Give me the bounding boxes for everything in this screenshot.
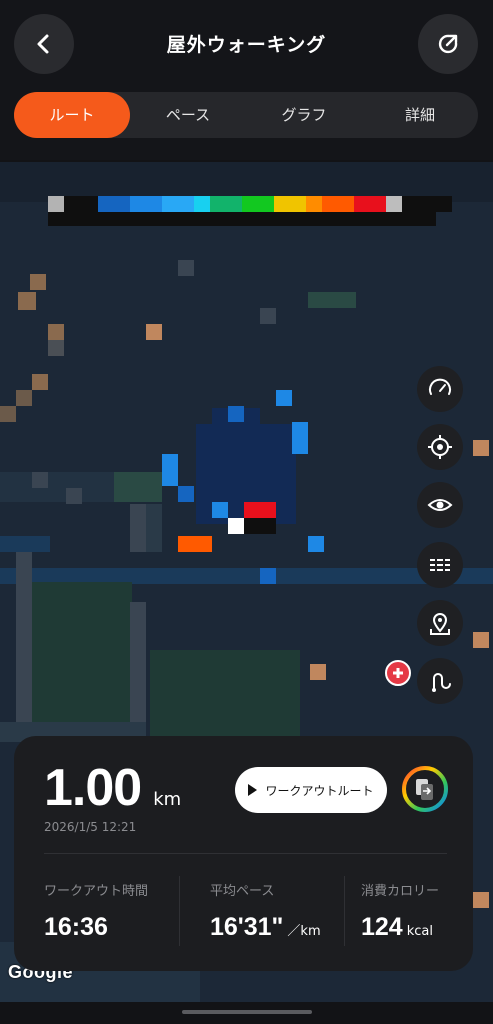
pace-color-legend bbox=[48, 196, 452, 212]
stat-duration: ワークアウト時間 16:36 bbox=[44, 880, 148, 942]
stat-avg-pace: 平均ペース 16'31" ／km bbox=[210, 880, 321, 942]
legend-swatch bbox=[130, 196, 162, 212]
map-road-block bbox=[18, 292, 36, 310]
legend-swatch bbox=[386, 196, 402, 212]
workout-route-label: ワークアウトルート bbox=[265, 783, 374, 798]
map-road-block bbox=[32, 472, 48, 488]
route-segment bbox=[228, 406, 244, 422]
speedometer-icon bbox=[429, 378, 451, 395]
activity-ring-icon[interactable] bbox=[400, 764, 450, 814]
tab-details[interactable]: 詳細 bbox=[362, 92, 478, 138]
map-road-block bbox=[473, 632, 489, 648]
legend-swatch bbox=[98, 196, 130, 212]
stat-value: 16:36 bbox=[44, 913, 108, 941]
map-road-block bbox=[48, 340, 64, 356]
workout-summary-card: 1.00 km 2026/1/5 12:21 ワークアウトルート ワークアウト時… bbox=[14, 736, 473, 971]
route-icon bbox=[432, 673, 451, 692]
route-segment bbox=[308, 536, 324, 552]
map-road-block bbox=[130, 504, 146, 552]
stat-value: 16'31" ／km bbox=[210, 913, 321, 941]
legend-swatch bbox=[194, 196, 210, 212]
legend-swatch bbox=[274, 196, 306, 212]
distance-display: 1.00 km bbox=[44, 758, 181, 818]
layers-icon bbox=[430, 558, 450, 572]
legend-swatch bbox=[354, 196, 386, 212]
route-segment bbox=[276, 390, 292, 406]
legend-swatch bbox=[48, 196, 64, 212]
map-road-block bbox=[66, 488, 82, 504]
map-pin-icon bbox=[430, 613, 450, 635]
end-pin-icon bbox=[385, 660, 411, 686]
tab-bar: ルート ペース グラフ 詳細 bbox=[14, 92, 478, 138]
play-icon bbox=[248, 784, 258, 796]
legend-bar-shadow bbox=[48, 212, 436, 226]
map-park bbox=[114, 472, 162, 502]
map-road-block bbox=[178, 260, 194, 276]
route-segment bbox=[162, 454, 178, 486]
route-segment bbox=[212, 502, 228, 518]
legend-swatch bbox=[306, 196, 322, 212]
map-park bbox=[32, 582, 132, 742]
map-road-block bbox=[16, 390, 32, 406]
map-road-block bbox=[30, 274, 46, 290]
stat-separator bbox=[344, 876, 345, 946]
legend-swatch bbox=[242, 196, 274, 212]
share-button[interactable] bbox=[418, 14, 478, 74]
map-style-button[interactable] bbox=[417, 600, 463, 646]
eye-icon bbox=[427, 499, 453, 511]
map-road-block bbox=[310, 664, 326, 680]
share-icon bbox=[438, 34, 458, 54]
map-road-block bbox=[48, 324, 64, 340]
tab-graph[interactable]: グラフ bbox=[246, 92, 362, 138]
stat-label: 消費カロリー bbox=[361, 884, 440, 899]
workout-datetime: 2026/1/5 12:21 bbox=[44, 820, 137, 834]
legend-swatch bbox=[64, 196, 98, 212]
locate-button[interactable] bbox=[417, 424, 463, 470]
map-road-block bbox=[146, 324, 162, 340]
workout-route-button[interactable]: ワークアウトルート bbox=[235, 767, 387, 813]
map-road-block bbox=[146, 504, 162, 552]
map-park bbox=[150, 650, 300, 740]
route-replay-button[interactable] bbox=[417, 658, 463, 704]
speed-map-button[interactable] bbox=[417, 366, 463, 412]
stat-label: 平均ペース bbox=[210, 884, 275, 899]
legend-swatch bbox=[210, 196, 242, 212]
route-segment bbox=[244, 518, 276, 534]
stat-value: 124 kcal bbox=[361, 913, 433, 941]
map-road-block bbox=[16, 552, 32, 722]
route-segment bbox=[244, 502, 276, 518]
visibility-button[interactable] bbox=[417, 482, 463, 528]
home-indicator[interactable] bbox=[182, 1010, 312, 1014]
route-segment bbox=[292, 422, 308, 454]
route-segment bbox=[260, 568, 276, 584]
map-road-block bbox=[32, 374, 48, 390]
route-segment bbox=[178, 536, 212, 552]
tab-pace[interactable]: ペース bbox=[130, 92, 246, 138]
locate-icon bbox=[428, 435, 452, 459]
legend-swatch bbox=[322, 196, 354, 212]
map-river bbox=[0, 536, 50, 552]
map-layers-button[interactable] bbox=[417, 542, 463, 588]
stat-separator bbox=[179, 876, 180, 946]
map-texture bbox=[0, 472, 130, 502]
distance-unit: km bbox=[153, 789, 182, 810]
tab-route[interactable]: ルート bbox=[14, 92, 130, 138]
map-park bbox=[308, 292, 356, 308]
map-road-block bbox=[473, 892, 489, 908]
route-segment bbox=[178, 486, 194, 502]
card-divider bbox=[44, 853, 447, 854]
map-road-block bbox=[260, 308, 276, 324]
map-road-block bbox=[473, 440, 489, 456]
app-header: 屋外ウォーキング ルート ペース グラフ 詳細 bbox=[0, 0, 493, 160]
legend-swatch bbox=[402, 196, 452, 212]
map-road-block bbox=[130, 602, 146, 742]
stat-calories: 消費カロリー 124 kcal bbox=[361, 880, 439, 942]
legend-swatch bbox=[162, 196, 194, 212]
distance-value: 1.00 bbox=[44, 759, 142, 817]
route-start-marker bbox=[228, 518, 244, 534]
stat-label: ワークアウト時間 bbox=[44, 884, 149, 899]
map-road-block bbox=[0, 406, 16, 422]
